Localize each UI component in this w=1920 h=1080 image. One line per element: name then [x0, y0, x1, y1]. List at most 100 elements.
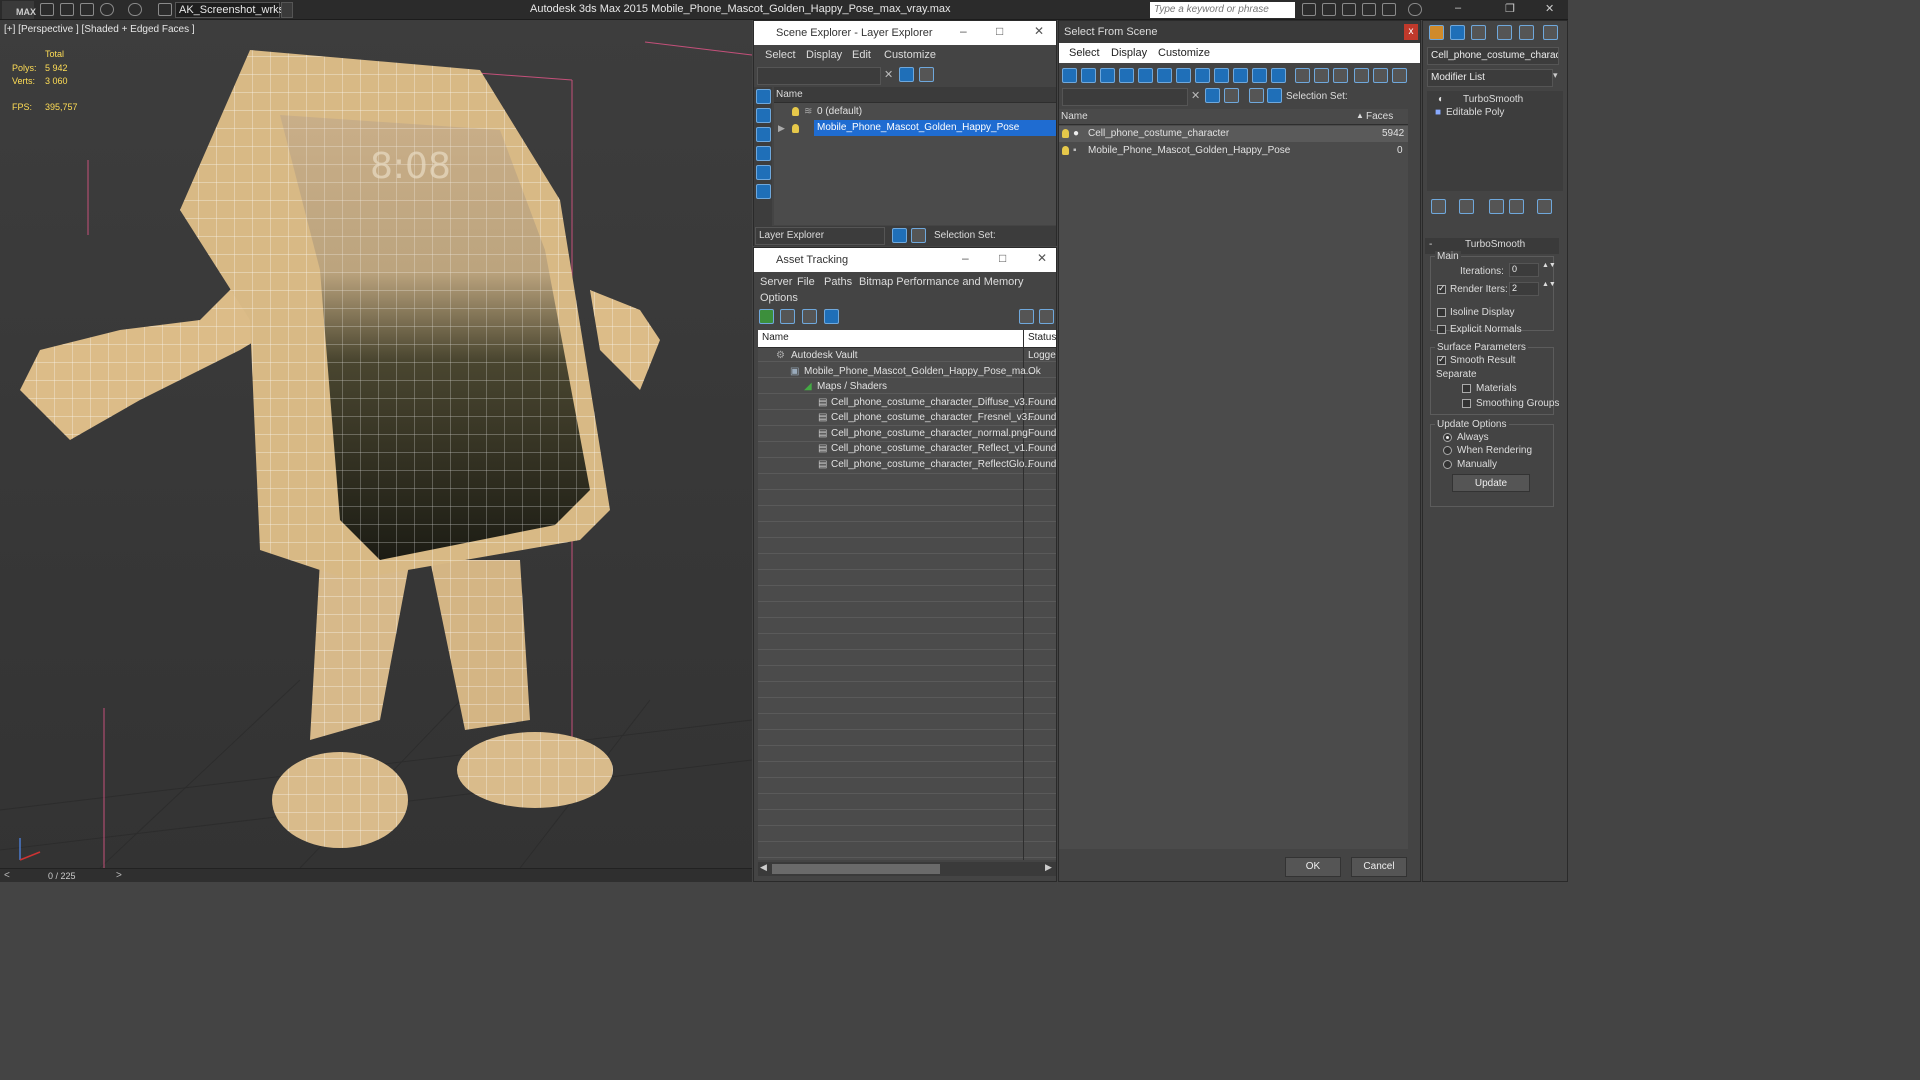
- collapse-icon[interactable]: -: [1429, 239, 1432, 250]
- menu-display[interactable]: Display: [1111, 47, 1147, 59]
- star-icon[interactable]: [1362, 3, 1376, 16]
- select-none-icon[interactable]: [1314, 68, 1329, 83]
- asset-row[interactable]: ⚙ Autodesk Vault Logge: [758, 348, 1056, 364]
- column-header-name[interactable]: Name: [774, 87, 1056, 103]
- update-button[interactable]: Update: [1452, 474, 1530, 492]
- link-icon[interactable]: [1224, 88, 1239, 103]
- restore-icon[interactable]: ❐: [1505, 2, 1515, 15]
- hierarchy-tab-icon[interactable]: [1471, 25, 1486, 40]
- subscription-icon[interactable]: [1342, 3, 1356, 16]
- tools-icon[interactable]: [1322, 3, 1336, 16]
- display-all-icon[interactable]: [756, 108, 771, 123]
- refresh-icon[interactable]: [759, 309, 774, 324]
- hierarchy-mode-icon[interactable]: [1267, 88, 1282, 103]
- clear-icon[interactable]: ✕: [1191, 89, 1200, 102]
- filter-helpers-icon[interactable]: [1138, 68, 1153, 83]
- scrollbar-thumb[interactable]: [772, 864, 940, 874]
- object-row[interactable]: ▪ Mobile_Phone_Mascot_Golden_Happy_Pose …: [1059, 143, 1408, 159]
- menu-customize[interactable]: Customize: [884, 49, 936, 61]
- close-icon[interactable]: ✕: [1545, 2, 1554, 15]
- explicit-normals-checkbox[interactable]: [1437, 325, 1446, 334]
- open-file-icon[interactable]: [60, 3, 74, 16]
- iterations-spinner[interactable]: 0: [1509, 263, 1539, 277]
- maximize-icon[interactable]: □: [999, 251, 1006, 265]
- sort-asc-icon[interactable]: ▲: [1356, 111, 1364, 120]
- workspace-dropdown-arrow-icon[interactable]: [281, 2, 293, 18]
- layer-explorer-icon[interactable]: [892, 228, 907, 243]
- spinner-arrows-icon[interactable]: ▲▼: [1542, 281, 1556, 288]
- close-icon[interactable]: ✕: [1034, 24, 1044, 38]
- select-all-icon[interactable]: [1295, 68, 1310, 83]
- render-iters-spinner[interactable]: 2: [1509, 282, 1539, 296]
- remove-modifier-icon[interactable]: [1509, 199, 1524, 214]
- filter-containers-icon[interactable]: [1233, 68, 1248, 83]
- binoculars-icon[interactable]: [1302, 3, 1316, 16]
- hierarchy-icon[interactable]: [756, 184, 771, 199]
- always-radio[interactable]: [1443, 433, 1452, 442]
- bulb-icon[interactable]: ◐: [1438, 94, 1444, 105]
- time-prev-icon[interactable]: <: [4, 870, 10, 881]
- filter-bones-icon[interactable]: [1214, 68, 1229, 83]
- bulb-icon[interactable]: [1062, 129, 1069, 138]
- render-iters-checkbox[interactable]: [1437, 283, 1446, 294]
- menu-select[interactable]: Select: [765, 49, 796, 61]
- filter-shapes-icon[interactable]: [1081, 68, 1096, 83]
- settings-icon[interactable]: [1039, 309, 1054, 324]
- asset-row[interactable]: ▤ Cell_phone_costume_character_Fresnel_v3…: [758, 410, 1056, 426]
- minimize-icon[interactable]: –: [960, 24, 967, 38]
- menu-select[interactable]: Select: [1069, 47, 1100, 59]
- when-rendering-radio[interactable]: [1443, 446, 1452, 455]
- manually-radio[interactable]: [1443, 460, 1452, 469]
- save-file-icon[interactable]: [80, 3, 94, 16]
- scroll-right-icon[interactable]: ▶: [1045, 862, 1052, 873]
- time-next-icon[interactable]: >: [116, 870, 122, 881]
- layer-row-selected[interactable]: Mobile_Phone_Mascot_Golden_Happy_Pose: [814, 120, 1056, 136]
- search-input[interactable]: Type a keyword or phrase: [1150, 2, 1295, 18]
- materials-checkbox[interactable]: [1462, 384, 1471, 393]
- filter-xrefs-icon[interactable]: [1195, 68, 1210, 83]
- asset-row[interactable]: ▣ Mobile_Phone_Mascot_Golden_Happy_Pose_m…: [758, 364, 1056, 380]
- hierarchy-icon[interactable]: [1373, 68, 1388, 83]
- viewport-label[interactable]: [+] [Perspective ] [Shaded + Edged Faces…: [4, 24, 195, 35]
- maximize-icon[interactable]: □: [996, 24, 1003, 38]
- menu-options[interactable]: Options: [760, 292, 798, 304]
- clear-icon[interactable]: ✕: [884, 68, 893, 81]
- layer-options-icon[interactable]: [919, 67, 934, 82]
- workspace-dropdown[interactable]: AK_Screenshot_wrksp: [175, 2, 290, 18]
- asset-row[interactable]: ▤ Cell_phone_costume_character_Diffuse_v3…: [758, 395, 1056, 411]
- filter-icon[interactable]: [899, 67, 914, 82]
- asset-row[interactable]: ▤ Cell_phone_costume_character_Reflect_v1…: [758, 441, 1056, 457]
- layers-icon[interactable]: [1249, 88, 1264, 103]
- filter-lights-icon[interactable]: [1100, 68, 1115, 83]
- menu-file[interactable]: File: [797, 276, 815, 288]
- layer-row[interactable]: ≋ 0 (default): [774, 104, 1056, 120]
- minimize-icon[interactable]: –: [962, 251, 969, 265]
- bulb-icon[interactable]: [792, 107, 799, 116]
- menu-edit[interactable]: Edit: [852, 49, 871, 61]
- menu-display[interactable]: Display: [806, 49, 842, 61]
- menu-paths[interactable]: Paths: [824, 276, 852, 288]
- utilities-tab-icon[interactable]: [1543, 25, 1558, 40]
- layers-icon[interactable]: [756, 165, 771, 180]
- smooth-result-checkbox[interactable]: [1437, 354, 1446, 365]
- configure-sets-icon[interactable]: [1537, 199, 1552, 214]
- perspective-viewport[interactable]: 8:08 [+] [Perspective ] [Shaded + Edged …: [0, 20, 752, 868]
- time-slider[interactable]: < 0 / 225 >: [0, 868, 752, 882]
- select-invert-icon[interactable]: [1333, 68, 1348, 83]
- filter-geometry-icon[interactable]: [1062, 68, 1077, 83]
- column-header-faces[interactable]: Faces: [1366, 111, 1393, 122]
- expand-arrow-icon[interactable]: ▶: [778, 123, 785, 134]
- filter-cameras-icon[interactable]: [1119, 68, 1134, 83]
- show-end-result-icon[interactable]: [1459, 199, 1474, 214]
- cancel-button[interactable]: Cancel: [1351, 857, 1407, 877]
- smoothing-groups-checkbox[interactable]: [1462, 399, 1471, 408]
- table-view-icon[interactable]: [824, 309, 839, 324]
- display-tab-icon[interactable]: [1519, 25, 1534, 40]
- close-x-icon[interactable]: [1382, 3, 1396, 16]
- display-none-icon[interactable]: [756, 89, 771, 104]
- scene-explorer-search[interactable]: [757, 67, 881, 85]
- redo-icon[interactable]: [128, 3, 142, 16]
- stack-item-editable-poly[interactable]: Editable Poly: [1446, 107, 1504, 118]
- filter-frozen-icon[interactable]: [1252, 68, 1267, 83]
- isoline-display-checkbox[interactable]: [1437, 308, 1446, 317]
